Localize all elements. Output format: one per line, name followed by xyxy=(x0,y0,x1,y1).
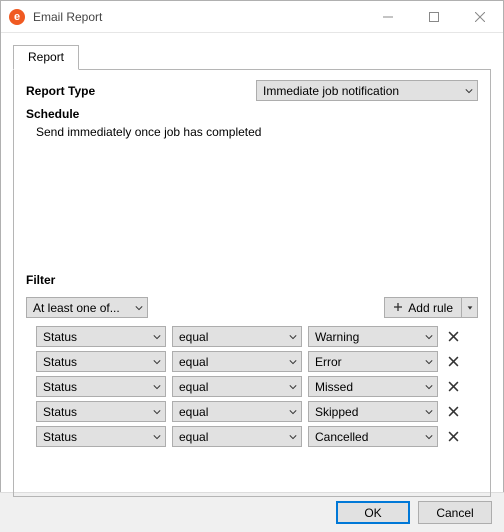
rule-row: Status equal Cancelled xyxy=(26,426,478,447)
rule-op-dropdown[interactable]: equal xyxy=(172,426,302,447)
rule-field-dropdown[interactable]: Status xyxy=(36,351,166,372)
tab-label: Report xyxy=(28,50,64,64)
rule-row: Status equal Warning xyxy=(26,326,478,347)
chevron-down-icon xyxy=(425,355,433,369)
filter-label: Filter xyxy=(26,273,478,287)
rule-value: Missed xyxy=(315,380,353,394)
chevron-down-icon xyxy=(153,405,161,419)
delete-rule-button[interactable] xyxy=(444,353,462,371)
delete-rule-button[interactable] xyxy=(444,328,462,346)
rule-op-value: equal xyxy=(179,380,208,394)
chevron-down-icon xyxy=(135,301,143,315)
window-controls xyxy=(365,1,503,32)
add-rule-button[interactable]: Add rule xyxy=(384,297,462,318)
rule-value-dropdown[interactable]: Warning xyxy=(308,326,438,347)
rule-value-dropdown[interactable]: Skipped xyxy=(308,401,438,422)
rule-field-value: Status xyxy=(43,330,77,344)
rule-value: Warning xyxy=(315,330,359,344)
ok-button[interactable]: OK xyxy=(336,501,410,524)
add-rule-dropdown[interactable] xyxy=(462,297,478,318)
minimize-button[interactable] xyxy=(365,1,411,32)
chevron-down-icon xyxy=(425,405,433,419)
tab-panel: Report Type Immediate job notification S… xyxy=(13,69,491,497)
delete-rule-button[interactable] xyxy=(444,428,462,446)
tab-report[interactable]: Report xyxy=(13,45,79,70)
chevron-down-icon xyxy=(289,330,297,344)
rule-op-value: equal xyxy=(179,430,208,444)
chevron-down-icon xyxy=(465,84,473,98)
rule-value-dropdown[interactable]: Cancelled xyxy=(308,426,438,447)
chevron-down-icon xyxy=(153,330,161,344)
ok-label: OK xyxy=(364,506,381,520)
rule-value: Cancelled xyxy=(315,430,368,444)
cancel-label: Cancel xyxy=(436,506,473,520)
filter-condition-dropdown[interactable]: At least one of... xyxy=(26,297,148,318)
plus-icon xyxy=(393,301,403,315)
report-type-label: Report Type xyxy=(26,84,256,98)
rule-row: Status equal Skipped xyxy=(26,401,478,422)
rule-op-value: equal xyxy=(179,405,208,419)
window-title: Email Report xyxy=(33,10,102,24)
add-rule-label: Add rule xyxy=(408,301,453,315)
close-button[interactable] xyxy=(457,1,503,32)
report-type-value: Immediate job notification xyxy=(263,84,399,98)
chevron-down-icon xyxy=(425,330,433,344)
filter-section: Filter At least one of... Add rule xyxy=(26,273,478,447)
rule-op-dropdown[interactable]: equal xyxy=(172,401,302,422)
report-type-dropdown[interactable]: Immediate job notification xyxy=(256,80,478,101)
rule-row: Status equal Error xyxy=(26,351,478,372)
titlebar: e Email Report xyxy=(1,1,503,33)
chevron-down-icon xyxy=(289,355,297,369)
rules-list: StatusequalWarningStatusequalErrorStatus… xyxy=(26,326,478,447)
rule-field-value: Status xyxy=(43,380,77,394)
chevron-down-icon xyxy=(153,355,161,369)
report-type-row: Report Type Immediate job notification xyxy=(26,80,478,101)
dialog-footer: OK Cancel xyxy=(0,492,504,532)
rule-op-dropdown[interactable]: equal xyxy=(172,326,302,347)
rule-op-value: equal xyxy=(179,330,208,344)
app-icon: e xyxy=(9,9,25,25)
chevron-down-icon xyxy=(289,380,297,394)
tab-strip: Report xyxy=(13,45,491,70)
schedule-label: Schedule xyxy=(26,107,478,121)
chevron-down-icon xyxy=(425,380,433,394)
cancel-button[interactable]: Cancel xyxy=(418,501,492,524)
rule-op-dropdown[interactable]: equal xyxy=(172,376,302,397)
rule-value-dropdown[interactable]: Error xyxy=(308,351,438,372)
add-rule-group: Add rule xyxy=(384,297,478,318)
delete-rule-button[interactable] xyxy=(444,378,462,396)
maximize-button[interactable] xyxy=(411,1,457,32)
rule-field-value: Status xyxy=(43,405,77,419)
rule-row: Status equal Missed xyxy=(26,376,478,397)
chevron-down-icon xyxy=(153,430,161,444)
chevron-down-icon xyxy=(289,405,297,419)
chevron-down-icon xyxy=(289,430,297,444)
rule-value: Skipped xyxy=(315,405,358,419)
content-area: Report Report Type Immediate job notific… xyxy=(1,33,503,497)
schedule-text: Send immediately once job has completed xyxy=(36,125,478,139)
delete-rule-button[interactable] xyxy=(444,403,462,421)
rule-op-dropdown[interactable]: equal xyxy=(172,351,302,372)
rule-op-value: equal xyxy=(179,355,208,369)
chevron-down-icon xyxy=(425,430,433,444)
rule-field-dropdown[interactable]: Status xyxy=(36,426,166,447)
rule-value: Error xyxy=(315,355,342,369)
rule-field-dropdown[interactable]: Status xyxy=(36,326,166,347)
rule-field-dropdown[interactable]: Status xyxy=(36,376,166,397)
rule-value-dropdown[interactable]: Missed xyxy=(308,376,438,397)
rule-field-value: Status xyxy=(43,355,77,369)
filter-top-row: At least one of... Add rule xyxy=(26,297,478,318)
filter-condition-value: At least one of... xyxy=(33,301,120,315)
rule-field-value: Status xyxy=(43,430,77,444)
rule-field-dropdown[interactable]: Status xyxy=(36,401,166,422)
chevron-down-icon xyxy=(153,380,161,394)
